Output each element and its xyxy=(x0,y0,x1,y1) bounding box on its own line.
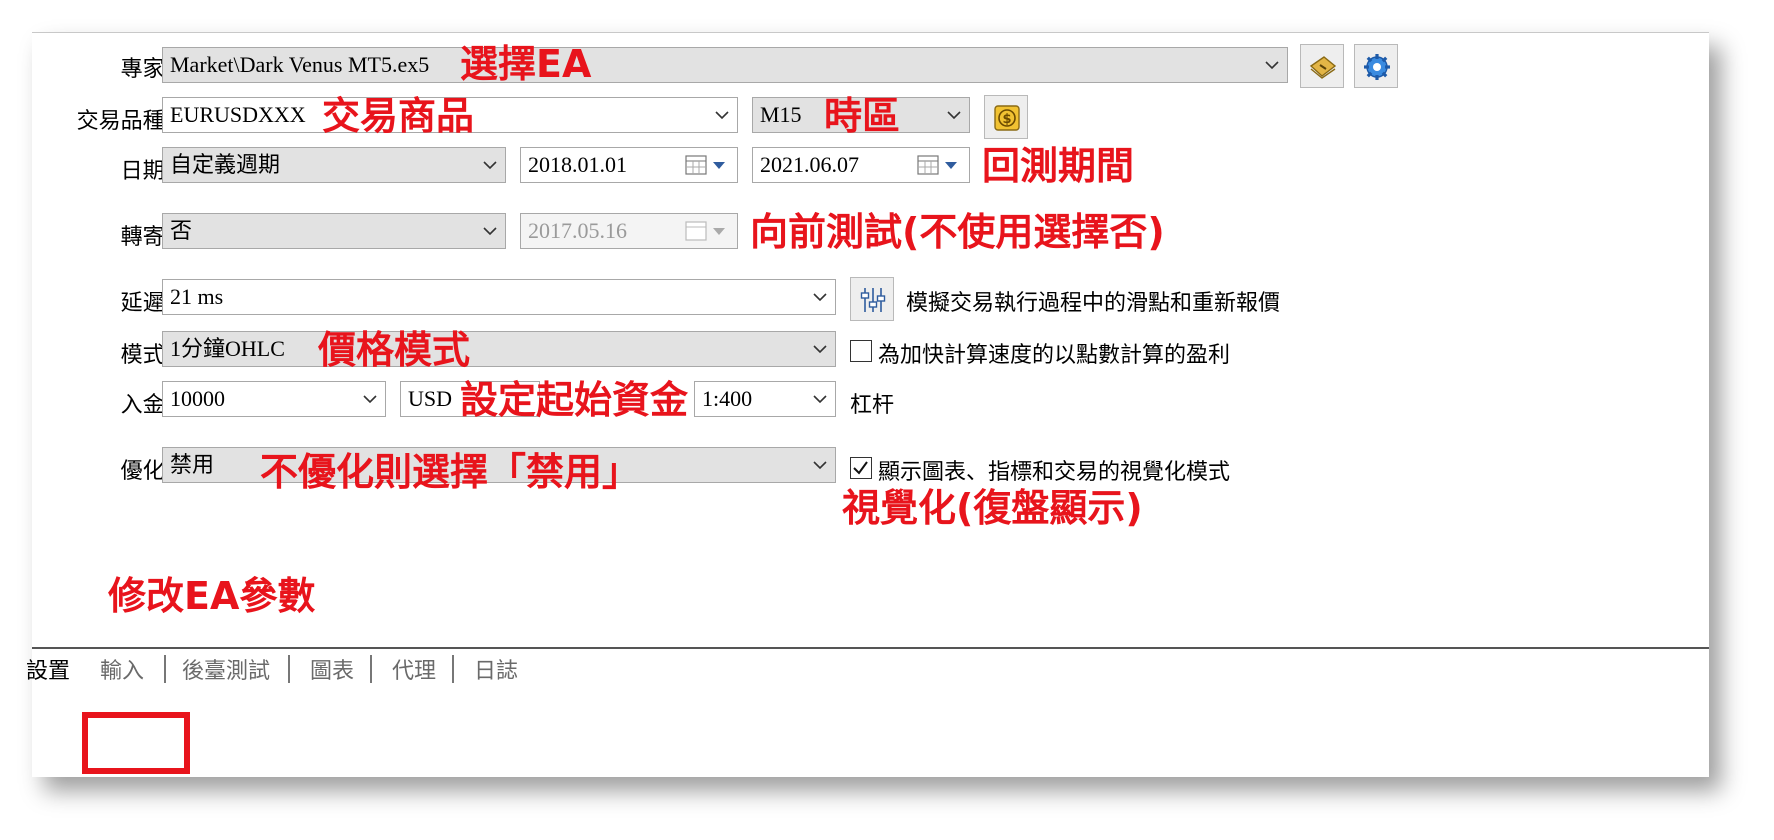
forward-value: 否 xyxy=(170,218,193,243)
checkmark-icon xyxy=(853,461,868,475)
annotation-timezone: 時區 xyxy=(824,94,901,138)
deposit-label: 入金: xyxy=(120,393,172,418)
forward-date-value: 2017.05.16 xyxy=(528,218,627,243)
annotation-modify-params: 修改EA參數 xyxy=(108,574,316,618)
deposit-select[interactable]: 10000 xyxy=(162,381,386,417)
symbol-label: 交易品種: xyxy=(76,109,172,134)
optimization-label: 優化: xyxy=(120,459,172,484)
visual-mode-checkbox[interactable] xyxy=(850,457,872,479)
timeframe-value: M15 xyxy=(760,102,802,127)
highlight-inputs-tab xyxy=(82,712,190,774)
chevron-down-icon xyxy=(813,345,827,354)
chevron-down-icon xyxy=(483,227,497,236)
leverage-label: 杠杆 xyxy=(850,393,895,418)
leverage-select[interactable]: 1:400 xyxy=(694,381,836,417)
tester-tab-bar: 設置 輸入 後臺測試 圖表 代理 日誌 xyxy=(26,647,1709,689)
tab-separator xyxy=(452,655,454,683)
calendar-icon[interactable] xyxy=(917,154,963,176)
annotation-forward-test: 向前測試(不使用選擇否) xyxy=(750,210,1165,254)
tab-graph[interactable]: 圖表 xyxy=(310,653,354,685)
model-label: 模式: xyxy=(120,343,172,368)
annotation-trade-product: 交易商品 xyxy=(322,94,475,138)
profit-in-pips-label: 為加快計算速度的以點數計算的盈利 xyxy=(878,343,1231,368)
tab-inputs[interactable]: 輸入 xyxy=(100,653,144,685)
calendar-icon[interactable] xyxy=(685,154,731,176)
expert-select[interactable]: Market\Dark Venus MT5.ex5 xyxy=(162,47,1288,83)
date-to-picker[interactable]: 2021.06.07 xyxy=(752,147,970,183)
visual-mode-label: 顯示圖表、指標和交易的視覺化模式 xyxy=(878,460,1231,485)
date-period-value: 自定義週期 xyxy=(170,152,281,177)
annotation-backtest-period: 回測期間 xyxy=(982,144,1135,188)
strategy-tester-window: 專家: Market\Dark Venus MT5.ex5 選擇EA 交易品種:… xyxy=(26,32,1709,777)
tab-separator xyxy=(164,655,166,683)
svg-text:$: $ xyxy=(1002,112,1011,127)
annotation-price-mode: 價格模式 xyxy=(318,328,471,372)
annotation-set-capital: 設定起始資金 xyxy=(460,378,689,422)
chevron-down-icon xyxy=(947,111,961,120)
symbol-value: EURUSDXXX xyxy=(170,102,306,127)
settings-gear-icon xyxy=(1364,54,1390,80)
chevron-down-icon xyxy=(813,395,827,404)
tab-agents[interactable]: 代理 xyxy=(392,653,436,685)
date-from-value: 2018.01.01 xyxy=(528,152,627,177)
symbol-properties-button[interactable]: $ xyxy=(984,95,1028,139)
delay-sliders-icon xyxy=(860,288,886,312)
optimization-value: 禁用 xyxy=(170,452,215,477)
delay-select[interactable]: 21 ms xyxy=(162,279,836,315)
forward-date-picker: 2017.05.16 xyxy=(520,213,738,249)
delay-value: 21 ms xyxy=(170,284,224,309)
date-period-select[interactable]: 自定義週期 xyxy=(162,147,506,183)
leverage-value: 1:400 xyxy=(702,386,753,411)
forward-select[interactable]: 否 xyxy=(162,213,506,249)
tab-separator xyxy=(288,655,290,683)
symbol-properties-icon: $ xyxy=(994,105,1020,131)
tab-journal[interactable]: 日誌 xyxy=(474,653,518,685)
expert-value: Market\Dark Venus MT5.ex5 xyxy=(170,52,430,77)
date-label: 日期: xyxy=(120,159,172,184)
expert-edit-icon xyxy=(1309,56,1337,79)
annotation-select-ea: 選擇EA xyxy=(460,42,592,86)
chevron-down-icon xyxy=(813,461,827,470)
expert-label: 專家: xyxy=(120,57,172,82)
currency-value: USD xyxy=(408,386,453,411)
annotation-no-optimize: 不優化則選擇「禁用」 xyxy=(260,450,641,494)
chevron-down-icon xyxy=(363,395,377,404)
date-to-value: 2021.06.07 xyxy=(760,152,859,177)
forward-label: 轉寄: xyxy=(120,225,172,250)
chevron-down-icon xyxy=(813,293,827,302)
expert-edit-button[interactable] xyxy=(1300,44,1344,88)
tab-settings[interactable]: 設置 xyxy=(26,653,70,685)
date-from-picker[interactable]: 2018.01.01 xyxy=(520,147,738,183)
tab-backtest[interactable]: 後臺測試 xyxy=(182,653,270,685)
tab-separator xyxy=(370,655,372,683)
annotation-visualization: 視覺化(復盤顯示) xyxy=(842,486,1143,530)
delay-label: 延遲: xyxy=(120,291,172,316)
chevron-down-icon xyxy=(715,111,729,120)
delay-settings-button[interactable] xyxy=(850,277,894,321)
chevron-down-icon xyxy=(483,161,497,170)
delay-note: 模擬交易執行過程中的滑點和重新報價 xyxy=(906,291,1281,316)
model-value: 1分鐘OHLC xyxy=(170,336,285,361)
deposit-value: 10000 xyxy=(170,386,225,411)
model-select[interactable]: 1分鐘OHLC xyxy=(162,331,836,367)
profit-in-pips-checkbox[interactable] xyxy=(850,340,872,362)
settings-button[interactable] xyxy=(1354,44,1398,88)
calendar-icon xyxy=(685,221,725,241)
chevron-down-icon xyxy=(1265,61,1279,70)
